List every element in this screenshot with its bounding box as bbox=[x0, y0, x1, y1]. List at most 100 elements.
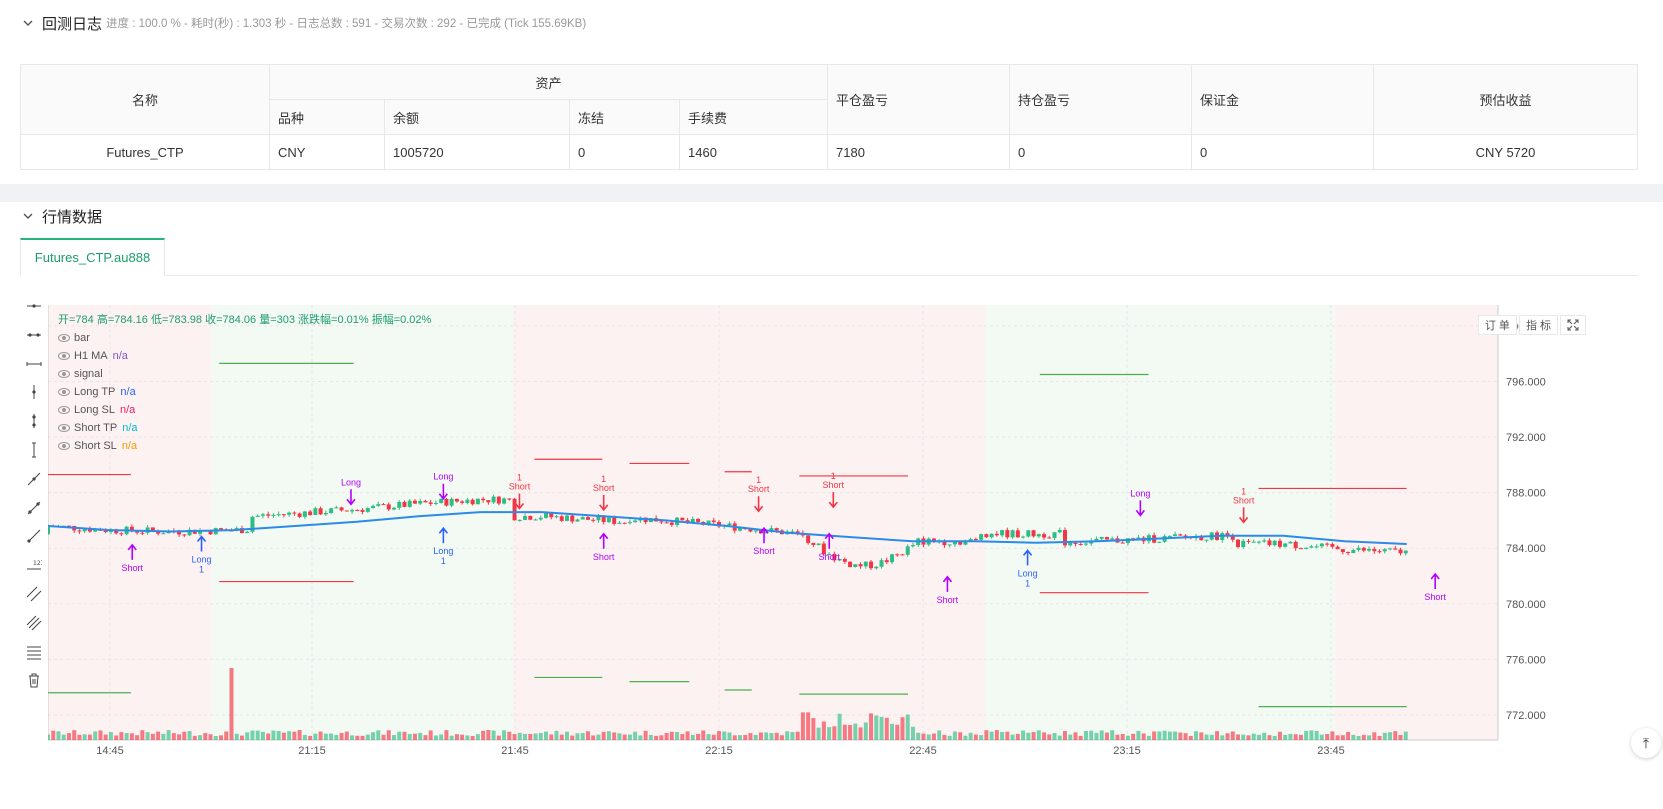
backtest-log-header[interactable]: 回测日志 进度 : 100.0 % - 耗时(秒) : 1.303 秒 - 日志… bbox=[20, 13, 586, 33]
vertical-segment-icon[interactable] bbox=[22, 409, 46, 433]
volume-bar bbox=[606, 731, 611, 740]
legend-item[interactable]: Short SL n/a bbox=[58, 437, 431, 455]
fib-retracement-icon[interactable] bbox=[22, 640, 46, 664]
candle-body bbox=[1204, 539, 1209, 541]
volume-bar bbox=[832, 726, 837, 740]
segment-icon[interactable] bbox=[22, 496, 46, 520]
legend-item[interactable]: bar bbox=[58, 329, 431, 347]
volume-bar bbox=[308, 735, 313, 740]
price-line-icon[interactable]: 123 bbox=[22, 553, 46, 577]
volume-bar bbox=[717, 731, 722, 740]
candle-body bbox=[439, 498, 444, 503]
volume-bar bbox=[198, 735, 203, 740]
volume-bar bbox=[486, 730, 491, 740]
candle-body bbox=[544, 513, 549, 518]
volume-bar bbox=[318, 731, 323, 740]
volume-bar bbox=[633, 731, 638, 740]
legend-label: bar bbox=[74, 332, 90, 344]
candle-body bbox=[313, 508, 318, 515]
volume-bar bbox=[648, 734, 653, 740]
eye-icon[interactable] bbox=[58, 352, 70, 360]
y-tick-label: 788.000 bbox=[1506, 488, 1546, 500]
volume-bar bbox=[549, 734, 554, 740]
trash-icon[interactable] bbox=[22, 668, 46, 692]
parallel-channel-icon[interactable] bbox=[22, 582, 46, 606]
volume-bar bbox=[1251, 733, 1256, 740]
volume-bar bbox=[654, 735, 659, 740]
horizontal-ray-icon[interactable] bbox=[22, 294, 46, 318]
back-to-top-icon[interactable]: ⤒ bbox=[1631, 728, 1661, 758]
volume-bar bbox=[617, 733, 622, 740]
eye-icon[interactable] bbox=[58, 406, 70, 414]
eye-icon[interactable] bbox=[58, 370, 70, 378]
candle-body bbox=[984, 534, 989, 538]
volume-bar bbox=[1157, 731, 1162, 740]
candle-body bbox=[48, 526, 50, 535]
volume-bar bbox=[245, 732, 250, 740]
volume-bar bbox=[512, 734, 517, 740]
volume-bar bbox=[502, 730, 507, 740]
vertical-ray-icon[interactable] bbox=[22, 380, 46, 404]
volume-bar bbox=[827, 727, 832, 740]
candle-body bbox=[1246, 540, 1251, 542]
volume-bar bbox=[538, 732, 543, 740]
eye-icon[interactable] bbox=[58, 442, 70, 450]
candle-body bbox=[879, 560, 884, 567]
legend-item[interactable]: signal bbox=[58, 365, 431, 383]
volume-bar bbox=[559, 734, 564, 740]
horizontal-line-icon[interactable] bbox=[22, 323, 46, 347]
x-tick-label: 21:45 bbox=[501, 745, 529, 755]
cell-fee: 1460 bbox=[679, 134, 828, 170]
col-name: 名称 bbox=[20, 64, 270, 135]
volume-bar bbox=[1057, 735, 1062, 740]
indicator-button[interactable]: 指 标 bbox=[1518, 315, 1558, 335]
volume-bar bbox=[192, 735, 197, 740]
trend-line-icon[interactable] bbox=[22, 467, 46, 491]
volume-bar bbox=[182, 731, 187, 740]
volume-bar bbox=[963, 735, 968, 740]
volume-bar bbox=[1220, 735, 1225, 740]
candle-body bbox=[140, 532, 145, 534]
volume-bar bbox=[1209, 734, 1214, 740]
legend-item[interactable]: Short TP n/a bbox=[58, 419, 431, 437]
table-row: Futures_CTP CNY 1005720 0 1460 7180 0 0 … bbox=[20, 134, 1638, 170]
candle-body bbox=[444, 498, 449, 506]
volume-bar bbox=[1110, 730, 1115, 740]
volume-bar bbox=[596, 734, 601, 740]
signal-count: 1 bbox=[601, 474, 606, 484]
extended-line-icon[interactable] bbox=[22, 352, 46, 376]
volume-bar bbox=[1073, 732, 1078, 740]
eye-icon[interactable] bbox=[58, 334, 70, 342]
eye-icon[interactable] bbox=[58, 388, 70, 396]
tab-futures-ctp-au888[interactable]: Futures_CTP.au888 bbox=[20, 238, 165, 276]
eye-icon[interactable] bbox=[58, 424, 70, 432]
candle-body bbox=[449, 498, 454, 506]
ray-icon[interactable] bbox=[22, 524, 46, 548]
candle-body bbox=[1403, 550, 1408, 554]
legend-item[interactable]: H1 MA n/a bbox=[58, 347, 431, 365]
candle-body bbox=[895, 554, 900, 556]
candle-body bbox=[182, 534, 187, 536]
chevron-down-icon[interactable] bbox=[20, 208, 36, 224]
volume-bar bbox=[601, 731, 606, 740]
volume-bar bbox=[685, 731, 690, 740]
legend-item[interactable]: Long SL n/a bbox=[58, 401, 431, 419]
chevron-down-icon[interactable] bbox=[20, 15, 36, 31]
candle-body bbox=[1120, 542, 1125, 544]
volume-bar bbox=[156, 731, 161, 740]
volume-bar bbox=[313, 733, 318, 740]
volume-bar bbox=[842, 724, 847, 740]
volume-bar bbox=[302, 734, 307, 740]
market-data-header[interactable]: 行情数据 bbox=[20, 206, 102, 226]
legend-item[interactable]: Long TP n/a bbox=[58, 383, 431, 401]
candle-body bbox=[1099, 537, 1104, 539]
signal-count: 1 bbox=[756, 475, 761, 485]
volume-bar bbox=[250, 730, 255, 740]
fib-channel-icon[interactable] bbox=[22, 611, 46, 635]
vertical-line-icon[interactable] bbox=[22, 438, 46, 462]
order-button[interactable]: 订 单 bbox=[1477, 315, 1517, 335]
volume-bar bbox=[350, 735, 355, 740]
fullscreen-icon[interactable] bbox=[1560, 315, 1586, 335]
candle-body bbox=[302, 511, 307, 517]
volume-bar bbox=[869, 713, 874, 740]
